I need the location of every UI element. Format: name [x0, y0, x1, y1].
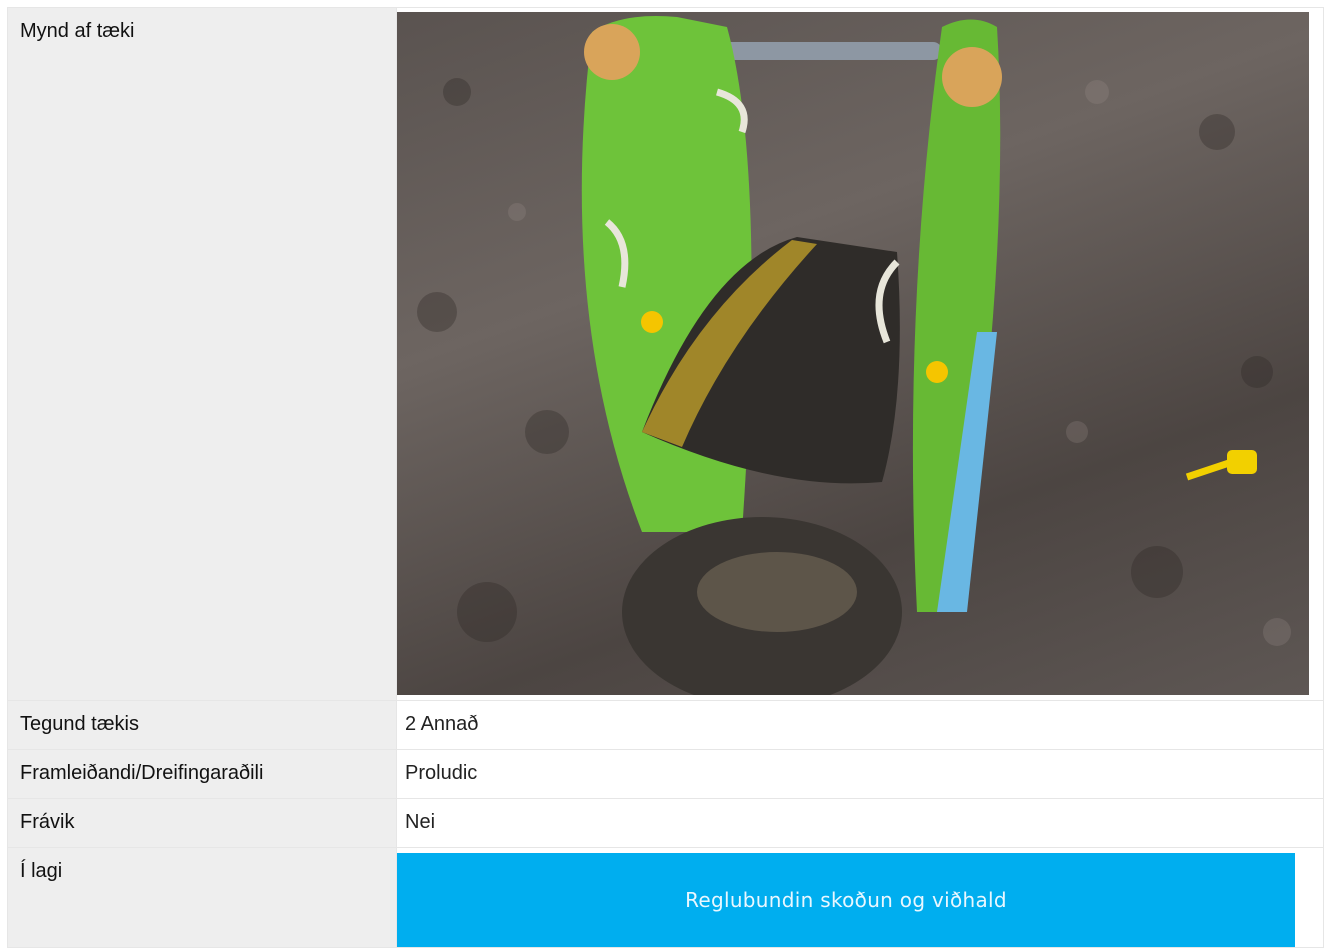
row-deviation: Frávik Nei — [7, 798, 1324, 848]
equipment-detail-table: Mynd af tæki Tegund tækis 2 Annað Framle… — [7, 7, 1324, 948]
photo-cell — [396, 7, 1324, 701]
deviation-cell: Nei — [396, 798, 1324, 848]
row-ok: Í lagi Reglubundin skoðun og viðhald — [7, 847, 1324, 948]
deviation-value: Nei — [405, 811, 436, 833]
photo-label: Mynd af tæki — [7, 7, 397, 701]
equipment-photo-illustration — [417, 16, 1291, 695]
row-type: Tegund tækis 2 Annað — [7, 700, 1324, 750]
ok-label: Í lagi — [7, 847, 397, 948]
ok-cell: Reglubundin skoðun og viðhald — [396, 847, 1324, 948]
type-label: Tegund tækis — [7, 700, 397, 750]
row-manufacturer: Framleiðandi/Dreifingaraðili Proludic — [7, 749, 1324, 799]
manufacturer-label: Framleiðandi/Dreifingaraðili — [7, 749, 397, 799]
deviation-label: Frávik — [7, 798, 397, 848]
manufacturer-value: Proludic — [405, 762, 478, 784]
row-photo: Mynd af tæki — [7, 7, 1324, 701]
manufacturer-cell: Proludic — [396, 749, 1324, 799]
inspection-banner[interactable]: Reglubundin skoðun og viðhald — [397, 853, 1295, 947]
equipment-photo[interactable] — [397, 12, 1309, 695]
type-value: 2 Annað — [405, 713, 479, 735]
type-cell: 2 Annað — [396, 700, 1324, 750]
